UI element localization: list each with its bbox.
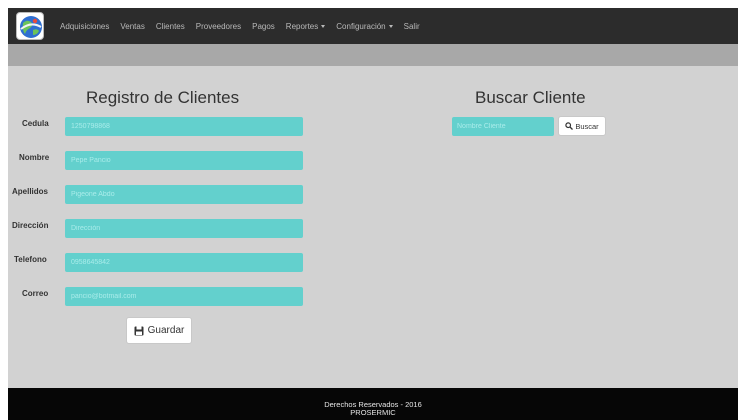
direccion-label: Dirección bbox=[12, 221, 49, 230]
nav-item-ventas[interactable]: Ventas bbox=[120, 22, 144, 31]
globe-logo-icon[interactable] bbox=[16, 12, 44, 40]
cedula-label: Cedula bbox=[22, 119, 49, 128]
buscar-title: Buscar Cliente bbox=[475, 88, 586, 107]
search-button-label: Buscar bbox=[575, 121, 599, 131]
caret-down-icon bbox=[388, 24, 393, 28]
registro-title: Registro de Clientes bbox=[86, 88, 240, 107]
nav-item-salir[interactable]: Salir bbox=[404, 22, 420, 31]
nav-menu: Adquisiciones Ventas Clientes Proveedore… bbox=[60, 8, 431, 44]
cedula-input[interactable] bbox=[65, 117, 303, 136]
save-button-label: Guardar bbox=[147, 325, 185, 336]
nav-item-adquisiciones[interactable]: Adquisiciones bbox=[60, 22, 109, 31]
search-icon bbox=[565, 122, 574, 130]
save-button[interactable]: Guardar bbox=[126, 317, 192, 344]
nombre-label: Nombre bbox=[19, 153, 50, 162]
correo-input[interactable] bbox=[65, 287, 303, 306]
apellidos-input[interactable] bbox=[65, 185, 303, 204]
apellidos-label: Apellidos bbox=[12, 187, 49, 196]
direccion-input[interactable] bbox=[65, 219, 303, 238]
nav-item-pagos[interactable]: Pagos bbox=[252, 22, 275, 31]
nombre-input[interactable] bbox=[65, 151, 303, 170]
telefono-input[interactable] bbox=[65, 253, 303, 272]
caret-down-icon bbox=[321, 24, 326, 28]
top-navbar: Adquisiciones Ventas Clientes Proveedore… bbox=[8, 8, 738, 44]
header-subbar bbox=[8, 44, 738, 66]
nav-item-clientes[interactable]: Clientes bbox=[156, 22, 185, 31]
telefono-label: Telefono bbox=[14, 255, 47, 264]
correo-label: Correo bbox=[22, 289, 49, 298]
search-button[interactable]: Buscar bbox=[558, 116, 606, 136]
page-footer: Derechos Reservados - 2016 PROSERMIC bbox=[8, 388, 738, 420]
floppy-disk-icon bbox=[134, 326, 144, 336]
nav-item-proveedores[interactable]: Proveedores bbox=[196, 22, 241, 31]
footer-company: PROSERMIC bbox=[350, 408, 396, 417]
client-search-input[interactable] bbox=[452, 117, 554, 136]
nav-item-configuracion[interactable]: Configuración bbox=[336, 22, 393, 31]
app-frame: Adquisiciones Ventas Clientes Proveedore… bbox=[8, 8, 738, 420]
nav-item-reportes[interactable]: Reportes bbox=[286, 22, 326, 31]
